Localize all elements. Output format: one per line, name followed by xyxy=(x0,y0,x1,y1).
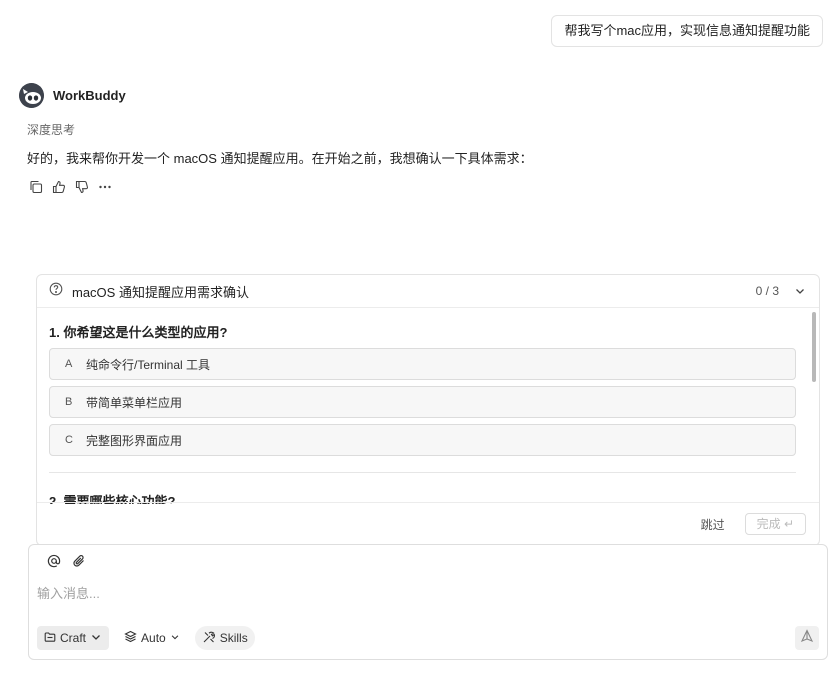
more-icon[interactable] xyxy=(98,180,112,194)
tools-icon xyxy=(202,630,216,647)
chat-page: 帮我写个mac应用，实现信息通知提醒功能 WorkBuddy 深度思考 好的，我… xyxy=(0,0,840,674)
skip-button[interactable]: 跳过 xyxy=(701,516,725,533)
composer-controls: Craft Auto Skills xyxy=(37,626,255,650)
question-divider xyxy=(49,472,796,473)
send-button[interactable] xyxy=(795,626,819,650)
requirements-question-card: macOS 通知提醒应用需求确认 0 / 3 1. 你希望这是什么类型的应用? … xyxy=(36,274,820,546)
question-1-label: 1. 你希望这是什么类型的应用? xyxy=(49,325,228,340)
model-label: Auto xyxy=(141,631,166,645)
question-card-header: macOS 通知提醒应用需求确认 0 / 3 xyxy=(37,275,819,308)
question-card-title: macOS 通知提醒应用需求确认 xyxy=(72,284,249,300)
option-label: 纯命令行/Terminal 工具 xyxy=(86,357,211,372)
chevron-down-icon xyxy=(90,631,102,646)
question-scrollbar[interactable] xyxy=(812,312,816,382)
layers-icon xyxy=(124,630,137,646)
assistant-avatar xyxy=(19,83,44,108)
question-1-option-b[interactable]: B 带简单菜单栏应用 xyxy=(49,386,796,418)
thumbs-down-icon[interactable] xyxy=(75,180,89,194)
option-letter: B xyxy=(65,396,73,408)
attachment-icon[interactable] xyxy=(71,553,87,569)
skills-label: Skills xyxy=(219,631,248,645)
copy-icon[interactable] xyxy=(29,180,43,194)
mode-label: Craft xyxy=(60,631,87,645)
message-input[interactable] xyxy=(37,581,797,605)
composer-toolbar xyxy=(46,553,87,569)
option-label: 带简单菜单栏应用 xyxy=(86,395,183,410)
deep-thinking-toggle[interactable]: 深度思考 xyxy=(27,121,75,138)
skills-button[interactable]: Skills xyxy=(194,626,255,650)
assistant-name: WorkBuddy xyxy=(53,88,126,103)
user-message-bubble: 帮我写个mac应用，实现信息通知提醒功能 xyxy=(551,15,823,47)
question-circle-icon xyxy=(49,282,63,301)
option-letter: A xyxy=(65,358,73,370)
message-composer: Craft Auto xyxy=(28,544,828,660)
done-button[interactable]: 完成 ↵ xyxy=(744,513,806,535)
question-1-option-a[interactable]: A 纯命令行/Terminal 工具 xyxy=(49,348,796,380)
mention-icon[interactable] xyxy=(46,553,62,569)
model-selector[interactable]: Auto xyxy=(117,626,187,650)
assistant-header: WorkBuddy xyxy=(19,83,126,108)
question-progress: 0 / 3 xyxy=(755,284,779,298)
option-letter: C xyxy=(65,434,73,446)
question-1-option-c[interactable]: C 完整图形界面应用 xyxy=(49,424,796,456)
mode-selector[interactable]: Craft xyxy=(37,626,110,650)
thumbs-up-icon[interactable] xyxy=(52,180,66,194)
question-card-footer: 跳过 完成 ↵ xyxy=(37,502,819,545)
message-actions xyxy=(29,180,112,194)
collapse-chevron-icon[interactable] xyxy=(793,284,807,298)
send-icon xyxy=(800,628,814,648)
question-card-body[interactable]: 1. 你希望这是什么类型的应用? A 纯命令行/Terminal 工具 B 带简… xyxy=(37,308,819,504)
assistant-reply-text: 好的，我来帮你开发一个 macOS 通知提醒应用。在开始之前，我想确认一下具体需… xyxy=(27,151,533,166)
option-label: 完整图形界面应用 xyxy=(86,433,183,448)
chevron-down-icon xyxy=(170,631,180,645)
folder-icon xyxy=(44,631,56,646)
